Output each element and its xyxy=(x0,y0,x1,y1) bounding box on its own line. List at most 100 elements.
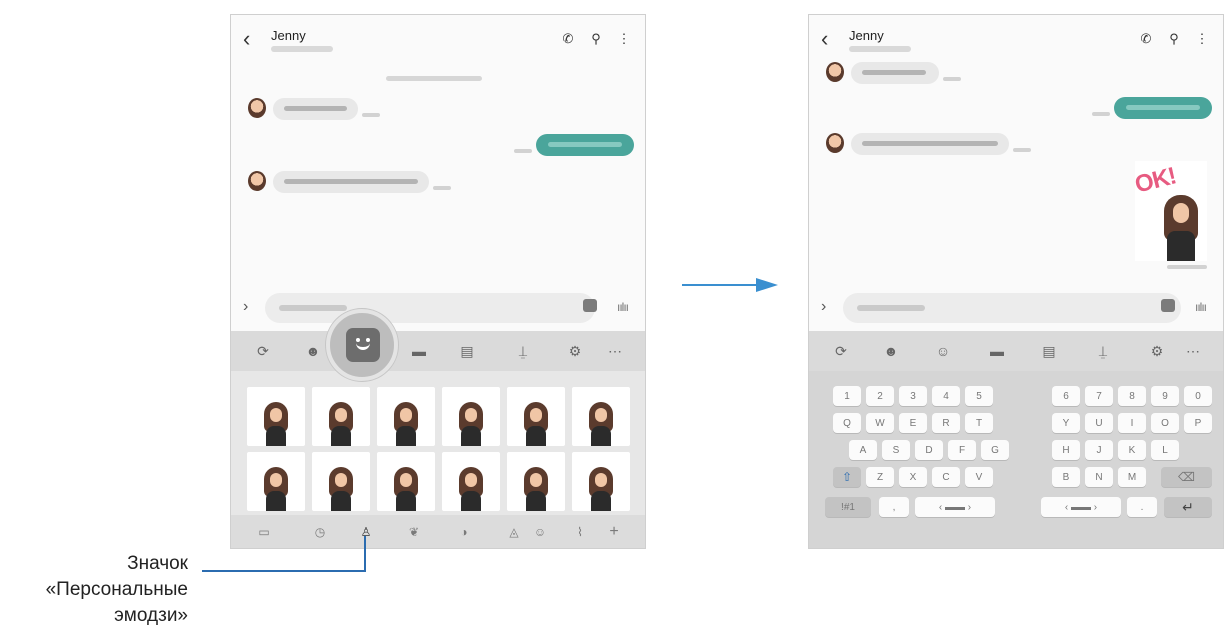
sticker-pack-icon[interactable]: ◬ xyxy=(507,525,521,539)
key[interactable]: K xyxy=(1118,440,1146,460)
emoji-icon[interactable]: ☻ xyxy=(305,343,321,359)
sticker-tile[interactable] xyxy=(312,452,370,511)
sticker-tile[interactable] xyxy=(312,387,370,446)
period-key[interactable]: . xyxy=(1127,497,1157,517)
key[interactable]: R xyxy=(932,413,960,433)
sticker-pack-icon[interactable]: ◑ xyxy=(457,525,471,539)
sticker-tile[interactable] xyxy=(507,452,565,511)
key[interactable]: F xyxy=(948,440,976,460)
key[interactable]: B xyxy=(1052,467,1080,487)
key[interactable]: S xyxy=(882,440,910,460)
sticker-tile[interactable] xyxy=(507,387,565,446)
message-field[interactable] xyxy=(843,293,1181,323)
key[interactable]: O xyxy=(1151,413,1179,433)
key[interactable]: D xyxy=(915,440,943,460)
key[interactable]: L xyxy=(1151,440,1179,460)
sticker-tile[interactable] xyxy=(377,387,435,446)
incoming-message[interactable] xyxy=(851,62,939,84)
sticker-pack-icon[interactable]: ❦ xyxy=(407,525,421,539)
sticker-icon[interactable]: ☺ xyxy=(935,343,951,359)
emoji-icon[interactable]: ☻ xyxy=(883,343,899,359)
key[interactable]: 5 xyxy=(965,386,993,406)
key[interactable]: G xyxy=(981,440,1009,460)
key[interactable]: C xyxy=(932,467,960,487)
key[interactable]: U xyxy=(1085,413,1113,433)
key[interactable]: 6 xyxy=(1052,386,1080,406)
clipboard-icon[interactable]: ▤ xyxy=(459,343,475,359)
key[interactable]: T xyxy=(965,413,993,433)
message-field[interactable] xyxy=(265,293,595,323)
sticker-tile[interactable] xyxy=(247,387,305,446)
incoming-message[interactable] xyxy=(851,133,1009,155)
key[interactable]: J xyxy=(1085,440,1113,460)
sticker-tile[interactable] xyxy=(572,387,630,446)
voice-recorder-icon[interactable]: ıılıı xyxy=(617,300,629,314)
sticker-tile[interactable] xyxy=(572,452,630,511)
gif-icon[interactable]: ▬ xyxy=(411,343,427,359)
back-icon[interactable]: ‹ xyxy=(243,28,250,50)
key[interactable]: A xyxy=(849,440,877,460)
key[interactable]: 0 xyxy=(1184,386,1212,406)
shift-key[interactable]: ⇧ xyxy=(833,467,861,487)
gif-icon[interactable]: ▬ xyxy=(989,343,1005,359)
key[interactable]: Y xyxy=(1052,413,1080,433)
key[interactable]: M xyxy=(1118,467,1146,487)
keyboard-icon[interactable]: ▭ xyxy=(257,525,271,539)
more-icon[interactable]: ⋮ xyxy=(1195,32,1209,46)
symbols-key[interactable]: !#1 xyxy=(825,497,871,517)
recent-icon[interactable]: ◷ xyxy=(313,525,327,539)
voice-recorder-icon[interactable]: ıılıı xyxy=(1195,300,1207,314)
key[interactable]: 9 xyxy=(1151,386,1179,406)
search-icon[interactable]: ⚲ xyxy=(589,32,603,46)
incoming-message[interactable] xyxy=(273,98,358,120)
key[interactable]: 7 xyxy=(1085,386,1113,406)
clipboard-icon[interactable]: ▤ xyxy=(1041,343,1057,359)
more-options-icon[interactable]: ⋯ xyxy=(607,343,623,359)
key[interactable]: N xyxy=(1085,467,1113,487)
sticker-pack-icon[interactable]: ⌇ xyxy=(573,525,587,539)
sticker-icon[interactable] xyxy=(1161,299,1175,312)
search-icon[interactable]: ⚲ xyxy=(1167,32,1181,46)
sticker-tile[interactable] xyxy=(377,452,435,511)
key[interactable]: Z xyxy=(866,467,894,487)
sticker-button-highlight[interactable] xyxy=(326,309,398,381)
key[interactable]: 8 xyxy=(1118,386,1146,406)
add-icon[interactable]: + xyxy=(607,524,621,540)
key[interactable]: X xyxy=(899,467,927,487)
sticker-tile[interactable] xyxy=(442,387,500,446)
key[interactable]: 1 xyxy=(833,386,861,406)
bixby-icon[interactable]: ⟳ xyxy=(833,343,849,359)
key[interactable]: P xyxy=(1184,413,1212,433)
sticker-tile[interactable] xyxy=(247,452,305,511)
key[interactable]: E xyxy=(899,413,927,433)
expand-icon[interactable]: › xyxy=(821,298,826,316)
key[interactable]: 2 xyxy=(866,386,894,406)
more-options-icon[interactable]: ⋯ xyxy=(1185,343,1201,359)
back-icon[interactable]: ‹ xyxy=(821,28,828,50)
enter-key[interactable]: ↵ xyxy=(1164,497,1212,517)
sticker-tile[interactable] xyxy=(442,452,500,511)
expand-icon[interactable]: › xyxy=(243,298,248,316)
backspace-key[interactable]: ⌫ xyxy=(1161,467,1212,487)
key[interactable]: V xyxy=(965,467,993,487)
key[interactable]: I xyxy=(1118,413,1146,433)
key[interactable]: Q xyxy=(833,413,861,433)
sticker-pack-icon[interactable]: ☺ xyxy=(533,525,547,539)
outgoing-message[interactable] xyxy=(536,134,634,156)
outgoing-message[interactable] xyxy=(1114,97,1212,119)
space-key-right[interactable]: ‹ ▬▬ › xyxy=(1041,497,1121,517)
bixby-icon[interactable]: ⟳ xyxy=(255,343,271,359)
phone-icon[interactable]: ✆ xyxy=(1139,32,1153,46)
my-emoji-icon[interactable]: ♙ xyxy=(359,525,373,539)
space-key-left[interactable]: ‹ ▬▬ › xyxy=(915,497,995,517)
sent-sticker[interactable]: OK! xyxy=(1132,161,1207,261)
key[interactable]: W xyxy=(866,413,894,433)
microphone-icon[interactable]: ⍊ xyxy=(515,343,531,359)
incoming-message[interactable] xyxy=(273,171,429,193)
more-icon[interactable]: ⋮ xyxy=(617,32,631,46)
key[interactable]: 4 xyxy=(932,386,960,406)
microphone-icon[interactable]: ⍊ xyxy=(1095,343,1111,359)
sticker-icon[interactable] xyxy=(583,299,597,312)
phone-icon[interactable]: ✆ xyxy=(561,32,575,46)
settings-icon[interactable]: ⚙ xyxy=(1149,343,1165,359)
